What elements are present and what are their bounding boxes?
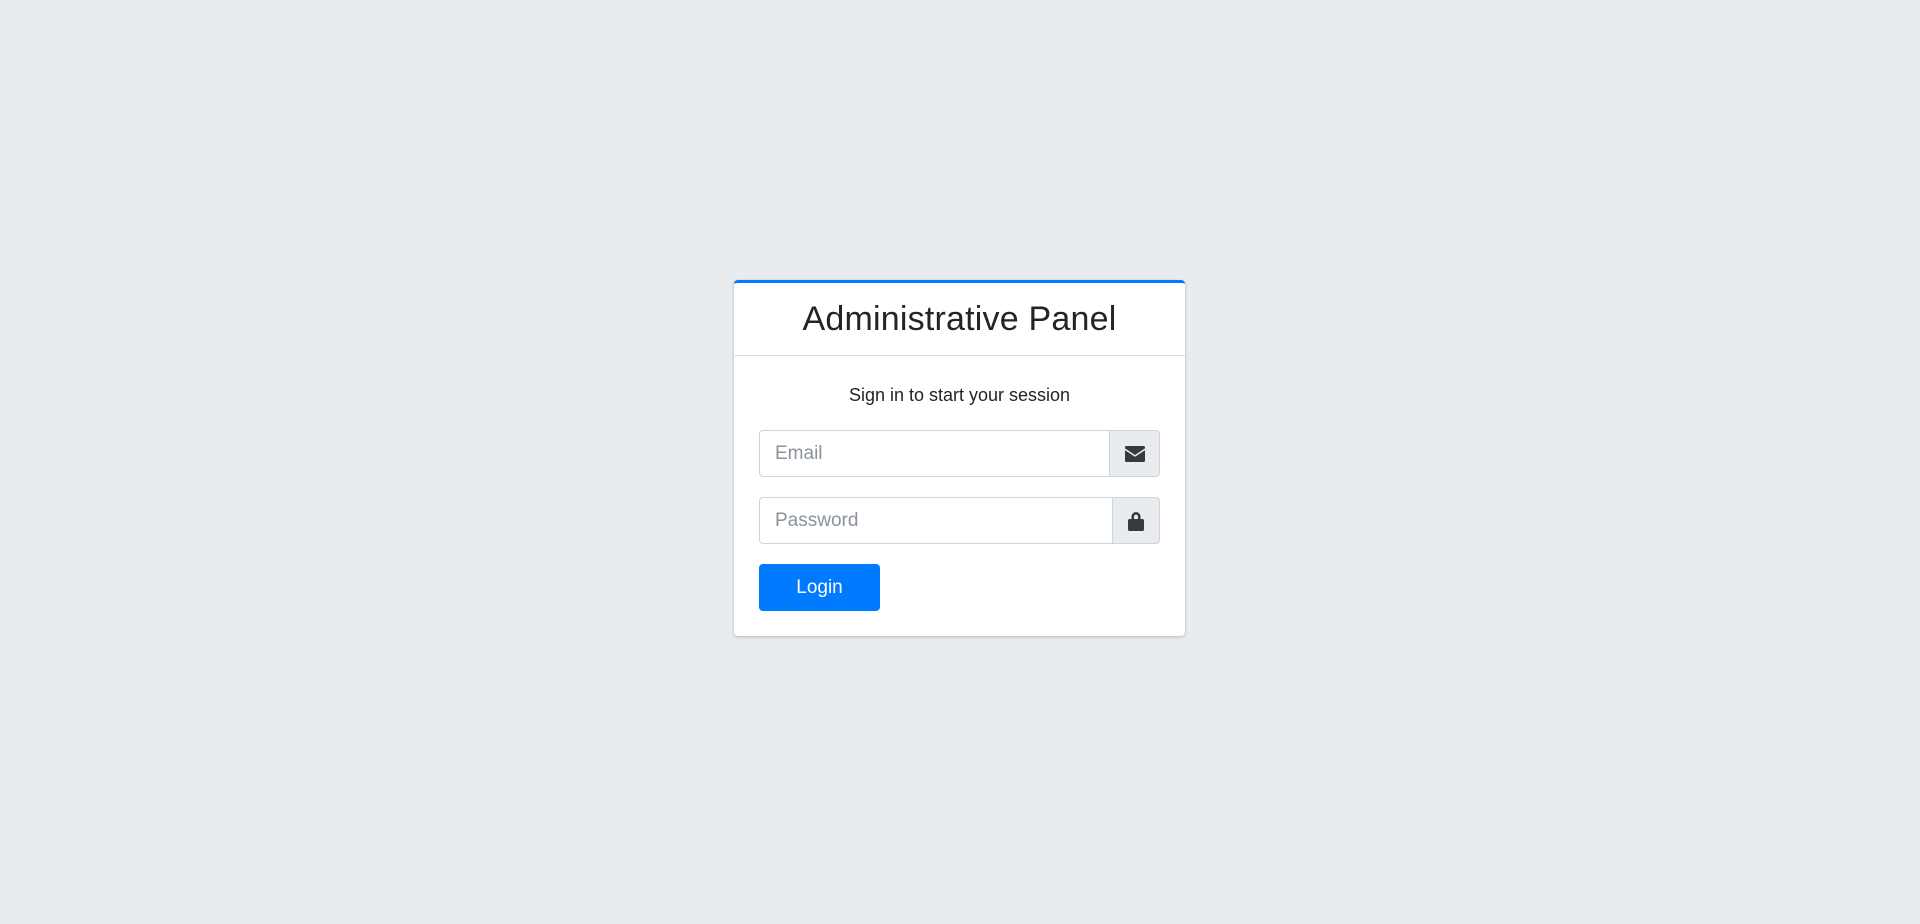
email-field[interactable] bbox=[759, 430, 1109, 477]
email-input-group bbox=[759, 430, 1160, 477]
card-body: Sign in to start your session Email Logi… bbox=[734, 356, 1185, 636]
login-card: Administrative Panel Sign in to start yo… bbox=[734, 280, 1185, 636]
password-addon bbox=[1112, 497, 1160, 544]
password-input-group bbox=[759, 497, 1160, 544]
password-field[interactable] bbox=[759, 497, 1112, 544]
envelope-icon bbox=[1124, 445, 1145, 462]
lock-icon bbox=[1128, 511, 1144, 531]
login-button[interactable]: Login bbox=[759, 564, 880, 611]
page-title: Administrative Panel bbox=[802, 299, 1117, 338]
card-header: Administrative Panel bbox=[734, 283, 1185, 356]
login-message: Sign in to start your session bbox=[848, 385, 1071, 405]
email-addon bbox=[1109, 430, 1160, 477]
